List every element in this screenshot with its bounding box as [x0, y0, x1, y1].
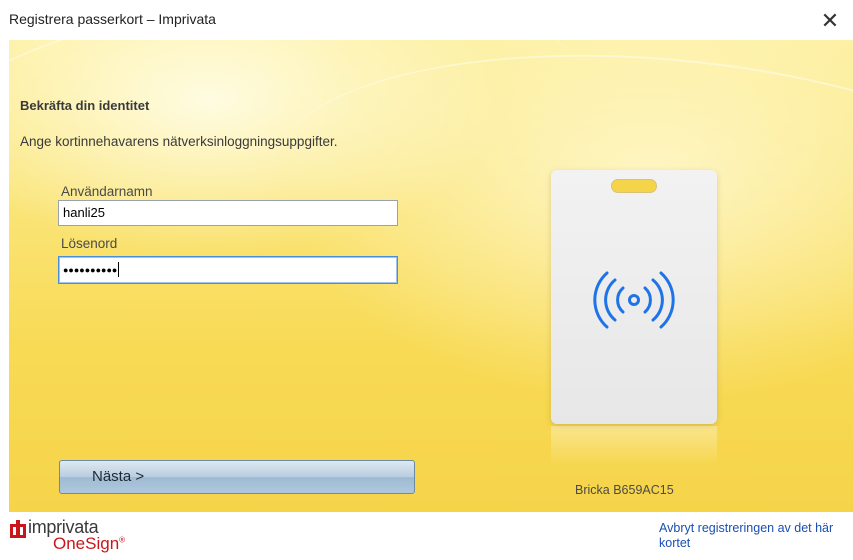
window-title: Registrera passerkort – Imprivata — [9, 11, 216, 27]
registered-mark: ® — [119, 535, 126, 545]
username-label: Användarnamn — [61, 184, 153, 199]
password-label: Lösenord — [61, 236, 118, 251]
imprivata-logo: imprivata OneSign® — [10, 517, 170, 558]
enrollment-panel: Bekräfta din identitet Ange kortinnehava… — [9, 40, 853, 512]
nfc-contactless-icon — [593, 271, 675, 329]
next-button[interactable]: Nästa > — [59, 460, 415, 494]
username-input[interactable]: hanli25 — [58, 200, 398, 226]
card-reflection — [551, 426, 717, 466]
title-bar: Registrera passerkort – Imprivata ✕ — [0, 0, 853, 40]
text-caret — [118, 262, 120, 278]
logo-product: OneSign® — [53, 534, 126, 553]
imprivata-logo-icon — [10, 520, 26, 538]
card-slot — [611, 179, 657, 193]
password-input[interactable]: ●●●●●●●●●● — [58, 256, 398, 284]
close-icon[interactable]: ✕ — [815, 6, 845, 36]
footer: imprivata OneSign® Avbryt registreringen… — [0, 512, 853, 560]
username-value: hanli25 — [63, 205, 105, 220]
badge-card-illustration — [551, 170, 717, 424]
identity-heading: Bekräfta din identitet — [20, 98, 150, 113]
cancel-enrollment-link[interactable]: Avbryt registreringen av det här kortet — [659, 521, 849, 551]
password-value: ●●●●●●●●●● — [63, 265, 118, 275]
instruction-text: Ange kortinnehavarens nätverksinloggning… — [20, 134, 338, 149]
badge-id-text: Bricka B659AC15 — [575, 483, 674, 497]
